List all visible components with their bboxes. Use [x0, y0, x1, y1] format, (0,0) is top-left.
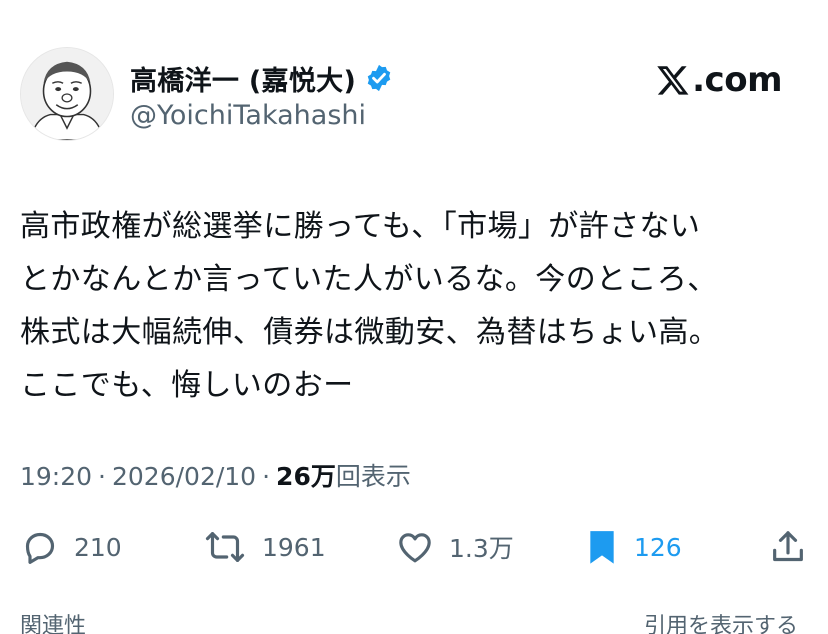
repost-button[interactable]: 1961: [202, 523, 326, 571]
x-logo-icon: [657, 66, 689, 95]
avatar-caricature-icon: [21, 48, 113, 140]
like-button[interactable]: 1.3万: [395, 523, 514, 571]
post-date[interactable]: 2026/02/10: [112, 462, 256, 491]
bookmark-icon: [590, 531, 614, 564]
author-display-name[interactable]: 高橋洋一 (嘉悦大): [130, 59, 356, 98]
sort-relevance-label[interactable]: 関連性: [20, 608, 86, 634]
reply-icon: [25, 532, 55, 564]
reply-button[interactable]: 210: [20, 523, 122, 571]
views-label: 回表示: [335, 462, 411, 491]
author-name-row[interactable]: 高橋洋一 (嘉悦大): [130, 58, 394, 98]
post-text-line: 高市政権が総選挙に勝っても、「市場」が許さない: [20, 209, 701, 244]
verified-badge-icon: [367, 64, 391, 92]
view-quotes-link[interactable]: 引用を表示する: [644, 608, 798, 634]
post-text-line: ここでも、悔しいのおー: [20, 368, 354, 403]
x-site-logo: .com: [656, 58, 782, 102]
bookmark-button[interactable]: 126: [584, 523, 682, 571]
repost-count: 1961: [262, 532, 326, 562]
reply-count: 210: [74, 532, 122, 562]
repost-icon: [205, 532, 245, 562]
site-domain-label: .com: [692, 60, 782, 100]
meta-separator: ·: [262, 462, 271, 491]
share-icon: [773, 531, 803, 562]
like-count: 1.3万: [449, 534, 514, 563]
post-actions-bar: 210 1961 1.3万 126: [0, 523, 828, 571]
post-text-line: とかなんとか言っていた人がいるな。今のところ、: [20, 262, 718, 297]
meta-separator: ·: [98, 462, 106, 491]
share-button[interactable]: [768, 523, 808, 571]
post-metadata: 19:20 · 2026/02/10 · 26万回表示: [20, 457, 411, 493]
post-time[interactable]: 19:20: [20, 462, 92, 491]
heart-icon: [399, 533, 431, 563]
author-avatar[interactable]: [20, 47, 114, 141]
post-footer-row: 関連性 引用を表示する: [0, 608, 828, 634]
post-body: 高市政権が総選挙に勝っても、「市場」が許さない とかなんとか言っていた人がいるな…: [20, 200, 810, 412]
post-text-line: 株式は大幅続伸、債券は微動安、為替はちょい高。: [20, 315, 720, 350]
views-count: 26万: [276, 462, 336, 491]
author-handle[interactable]: @YoichiTakahashi: [130, 100, 366, 131]
bookmark-count: 126: [634, 532, 682, 562]
